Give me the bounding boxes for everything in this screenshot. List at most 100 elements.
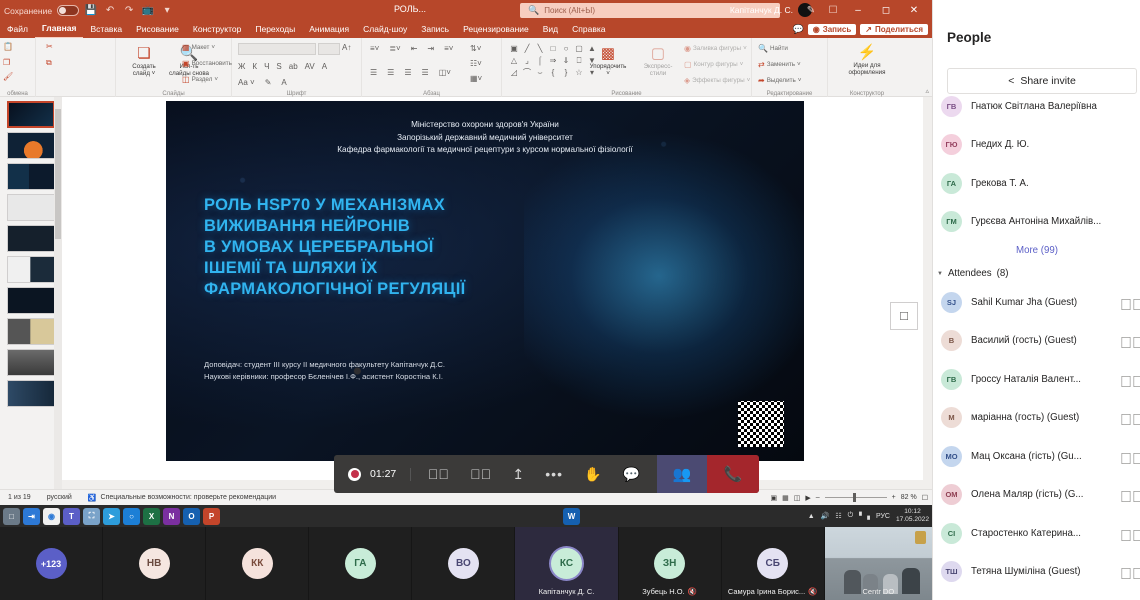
list-item[interactable]: В Василий (гость) (Guest) 📷⃠ <box>933 322 1140 361</box>
slide-thumbnail[interactable] <box>7 194 55 221</box>
video-tile[interactable]: КК <box>206 527 310 600</box>
present-icon[interactable]: 📺 <box>141 4 155 18</box>
tab-record[interactable]: Запись <box>414 21 456 38</box>
shape-rect-icon[interactable]: □ <box>547 43 559 54</box>
align-text-icon[interactable]: ☷˅ <box>470 59 482 68</box>
text-highlight-icon[interactable]: ✎ <box>265 78 272 87</box>
increase-indent-icon[interactable]: ⇥ <box>427 44 434 53</box>
fit-slide-icon[interactable]: ☐ <box>922 494 928 502</box>
shape-arc2-icon[interactable]: ⌣ <box>534 67 546 78</box>
network-icon[interactable]: ☷ <box>835 512 841 520</box>
outlook-icon[interactable]: O <box>183 507 200 525</box>
video-tile[interactable]: ЗН Зубець Н.О. 🔇 <box>619 527 722 600</box>
camera-off-icon[interactable]: 📷⃠ <box>1120 566 1140 583</box>
find-button[interactable]: 🔍 Найти <box>758 44 788 53</box>
duplicate-icon[interactable]: ⧉ <box>46 58 52 68</box>
change-case-button[interactable]: A <box>322 62 327 71</box>
record-button[interactable]: ◉ Запись <box>807 24 857 35</box>
font-size-select[interactable] <box>318 43 340 55</box>
thumbnail-scrollbar[interactable] <box>54 97 62 489</box>
slide-thumbnail[interactable] <box>7 318 55 345</box>
slide-vertical-scrollbar[interactable] <box>923 97 932 489</box>
slide-thumbnail[interactable] <box>7 380 55 407</box>
tab-view[interactable]: Вид <box>536 21 565 38</box>
reading-view-icon[interactable]: ◫ <box>794 494 801 502</box>
signal-icon[interactable]: ▘▗ <box>859 512 870 520</box>
list-item[interactable]: SJ Sahil Kumar Jha (Guest) 📷⃠ <box>933 283 1140 322</box>
align-center-icon[interactable]: ☰ <box>387 68 394 77</box>
camera-off-icon[interactable]: 📷⃠ <box>1120 451 1140 468</box>
tab-help[interactable]: Справка <box>565 21 612 38</box>
word-icon[interactable]: W <box>563 507 580 525</box>
smartart-icon[interactable]: ▦˅ <box>470 74 482 83</box>
ellipsis-icon[interactable]: ••• <box>545 466 563 482</box>
video-tile-active-speaker[interactable]: КС Капітанчук Д. С. <box>515 527 619 600</box>
zoom-slider[interactable] <box>824 493 887 502</box>
shape-line-icon[interactable]: ╱ <box>521 43 533 54</box>
char-spacing-button[interactable]: AV <box>305 62 315 71</box>
participants-button[interactable]: 👥 <box>657 455 707 493</box>
zoom-in-button[interactable]: + <box>892 494 896 501</box>
tab-animations[interactable]: Анимация <box>302 21 356 38</box>
shape-oval-icon[interactable]: ○ <box>560 43 572 54</box>
slide-thumbnail[interactable] <box>7 163 55 190</box>
battery-icon[interactable]: ⏻ <box>848 512 854 520</box>
design-ideas-button[interactable]: ⚡ Идеи для оформления <box>840 42 894 76</box>
slide-thumbnail[interactable] <box>7 225 55 252</box>
edge-icon[interactable]: ○ <box>123 507 140 525</box>
slide-thumbnail[interactable] <box>7 287 55 314</box>
search-icon[interactable]: ⇥ <box>23 507 40 525</box>
decrease-indent-icon[interactable]: ⇤ <box>411 44 418 53</box>
zoom-level[interactable]: 82 % <box>901 494 917 501</box>
format-painter-icon[interactable]: 🖌 <box>3 72 13 81</box>
justify-icon[interactable]: ☰ <box>422 68 429 77</box>
volume-icon[interactable]: 🔊 <box>821 512 830 520</box>
sorter-view-icon[interactable]: ▦ <box>782 494 789 502</box>
shape-curve-icon[interactable]: ⌠ <box>534 55 546 66</box>
start-icon[interactable]: □ <box>3 507 20 525</box>
minimize-button[interactable]: – <box>844 0 872 21</box>
close-button[interactable]: ✕ <box>900 0 928 21</box>
slide-counter[interactable]: 1 из 19 <box>0 494 39 501</box>
zoom-out-button[interactable]: – <box>816 494 820 501</box>
photos-icon[interactable]: ⛶ <box>83 507 100 525</box>
customize-qat-icon[interactable]: ▾ <box>160 4 174 18</box>
strikethrough-button[interactable]: ab <box>289 62 298 71</box>
underline-button[interactable]: Ч <box>264 62 269 71</box>
font-family-select[interactable] <box>238 43 316 55</box>
maximize-button[interactable]: ◻ <box>872 0 900 21</box>
shape-effects-button[interactable]: ◈ Эффекты фигуры ˅ <box>684 76 750 85</box>
tab-design[interactable]: Конструктор <box>186 21 248 38</box>
slide-thumbnail[interactable] <box>7 256 55 283</box>
onenote-icon[interactable]: N <box>163 507 180 525</box>
tab-slideshow[interactable]: Слайд-шоу <box>356 21 414 38</box>
line-spacing-icon[interactable]: ≡˅ <box>444 44 453 53</box>
chat-icon[interactable]: 💬 <box>623 466 640 483</box>
shape-fill-button[interactable]: ◉ Заливка фигуры ˅ <box>684 44 747 53</box>
slide-title[interactable]: РОЛЬ HSP70 У МЕХАНІЗМАХ ВИЖИВАННЯ НЕЙРОН… <box>204 195 554 300</box>
tab-review[interactable]: Рецензирование <box>456 21 536 38</box>
video-tile[interactable]: НВ <box>103 527 207 600</box>
normal-view-icon[interactable]: ▣ <box>770 494 777 502</box>
camera-off-icon[interactable]: 📷⃠ <box>1120 528 1140 545</box>
participants-list[interactable]: ГВ Гнатюк Світлана Валеріївна ГЮ Гнедих … <box>933 86 1140 600</box>
show-hidden-icon[interactable]: ▲ <box>808 513 815 520</box>
select-button[interactable]: ➦ Выделить ˅ <box>758 76 801 85</box>
video-tile-camera[interactable]: Centr DO <box>824 527 932 600</box>
cut-icon[interactable]: ✂ <box>46 42 53 51</box>
clear-format-icon[interactable]: Aa ˅ <box>238 78 255 87</box>
list-item[interactable]: ГА Грекова Т. А. <box>933 164 1140 203</box>
language-indicator[interactable]: русский <box>39 494 80 501</box>
mic-off-icon[interactable]: 🎙⃠ <box>470 466 491 482</box>
align-right-icon[interactable]: ☰ <box>404 68 411 77</box>
slide-thumbnail[interactable] <box>7 132 55 159</box>
undo-icon[interactable]: ↶ <box>103 4 117 18</box>
list-item[interactable]: ГМ Гурєєва Антоніна Михайлів... <box>933 203 1140 242</box>
comment-icon[interactable]: 💬 <box>793 24 804 35</box>
pen-icon[interactable]: ✎ <box>800 0 822 21</box>
camera-off-icon[interactable]: 📷⃠ <box>1120 335 1140 352</box>
shape-rightarrow-icon[interactable]: ⇒ <box>547 55 559 66</box>
reset-button[interactable]: ▣ Восстановить <box>182 59 232 68</box>
list-item[interactable]: ГЮ Гнедих Д. Ю. <box>933 126 1140 165</box>
increase-font-icon[interactable]: A↑ <box>342 43 351 52</box>
